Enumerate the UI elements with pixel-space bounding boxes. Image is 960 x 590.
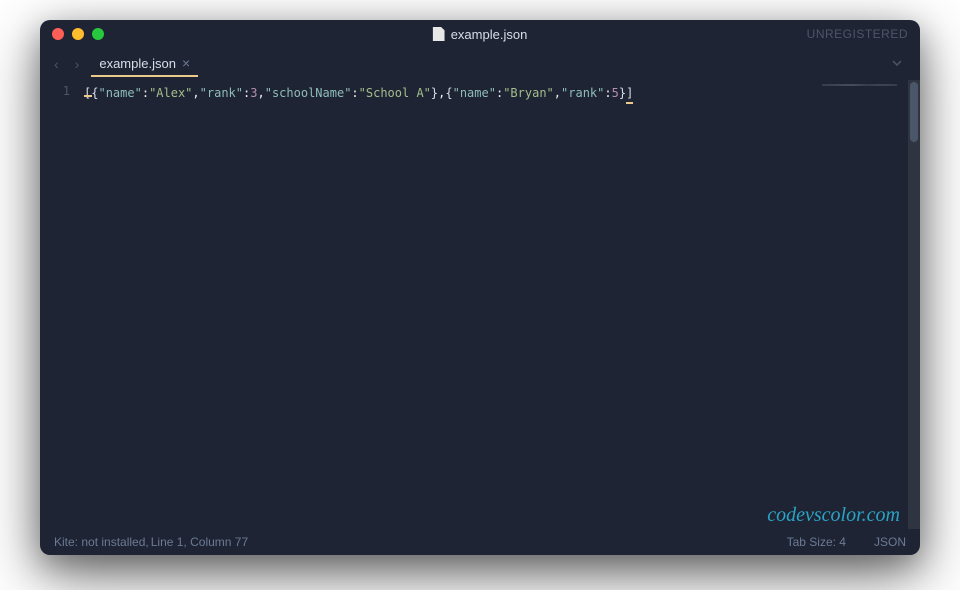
window-title: example.json	[433, 27, 528, 42]
code-token: "Alex"	[149, 86, 192, 100]
tabbar: ‹ › example.json ×	[40, 48, 920, 80]
code-token: "rank"	[200, 86, 243, 100]
editor-window: example.json UNREGISTERED ‹ › example.js…	[40, 20, 920, 555]
tab-label: example.json	[99, 56, 176, 71]
code-token: 5	[612, 86, 619, 100]
nav-forward-icon[interactable]: ›	[71, 54, 84, 74]
code-line[interactable]: [{"name":"Alex","rank":3,"schoolName":"S…	[84, 84, 818, 104]
tab-active[interactable]: example.json ×	[91, 52, 198, 77]
code-token: ,	[257, 86, 264, 100]
code-token: "name"	[453, 86, 496, 100]
code-token: :	[142, 86, 149, 100]
code-token: }	[619, 86, 626, 100]
code-token: ]	[626, 84, 633, 104]
code-token: :	[604, 86, 611, 100]
code-token: "schoolName"	[265, 86, 352, 100]
code-content[interactable]: [{"name":"Alex","rank":3,"schoolName":"S…	[84, 80, 818, 529]
code-token: ,	[554, 86, 561, 100]
code-token: {	[445, 86, 452, 100]
status-tab-size[interactable]: Tab Size: 4	[787, 535, 846, 549]
file-icon	[433, 27, 445, 41]
title-filename: example.json	[451, 27, 528, 42]
code-token: :	[351, 86, 358, 100]
traffic-lights	[52, 28, 104, 40]
gutter: 1	[40, 80, 84, 529]
minimize-icon[interactable]	[72, 28, 84, 40]
maximize-icon[interactable]	[92, 28, 104, 40]
status-left: Kite: not installed, Line 1, Column 77	[54, 535, 248, 549]
minimap-line	[822, 84, 897, 86]
close-icon[interactable]	[52, 28, 64, 40]
line-number: 1	[40, 84, 70, 98]
code-token: "School A"	[359, 86, 431, 100]
tab-close-icon[interactable]: ×	[182, 56, 190, 70]
registration-status: UNREGISTERED	[807, 27, 908, 41]
code-token: "Bryan"	[503, 86, 554, 100]
code-token: ,	[192, 86, 199, 100]
code-token: "rank"	[561, 86, 604, 100]
scrollbar-thumb[interactable]	[910, 82, 918, 142]
status-position[interactable]: Line 1, Column 77	[151, 535, 248, 549]
titlebar: example.json UNREGISTERED	[40, 20, 920, 48]
tab-dropdown-icon[interactable]	[890, 56, 910, 73]
editor-area: 1 [{"name":"Alex","rank":3,"schoolName":…	[40, 80, 920, 529]
status-syntax[interactable]: JSON	[874, 535, 906, 549]
status-kite[interactable]: Kite: not installed,	[54, 535, 149, 549]
line-start-marker	[84, 95, 92, 97]
minimap[interactable]	[818, 80, 908, 529]
scrollbar-vertical[interactable]	[908, 80, 920, 529]
nav-back-icon[interactable]: ‹	[50, 54, 63, 74]
statusbar: Kite: not installed, Line 1, Column 77 T…	[40, 529, 920, 555]
code-token: "name"	[98, 86, 141, 100]
status-right: Tab Size: 4 JSON	[787, 535, 906, 549]
